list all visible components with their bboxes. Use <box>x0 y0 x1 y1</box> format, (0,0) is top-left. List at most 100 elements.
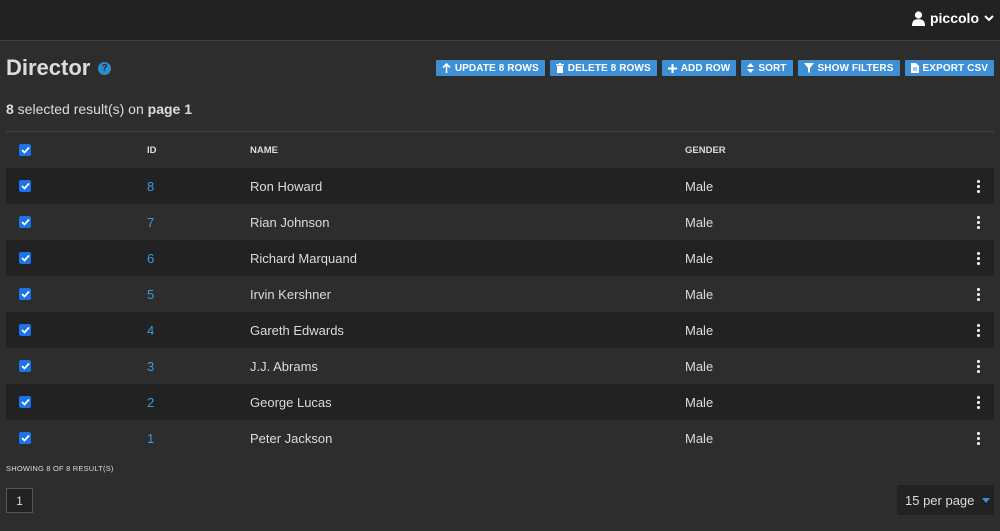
more-options-icon[interactable] <box>976 323 980 337</box>
row-actions-cell <box>972 240 984 276</box>
row-gender: Male <box>685 430 714 446</box>
user-menu[interactable]: piccolo <box>911 9 994 27</box>
table-body: 8 Ron Howard Male 7 Rian Johnson Male 6 Richard… <box>6 168 994 456</box>
table-row[interactable]: 4 Gareth Edwards Male <box>6 312 994 348</box>
row-id-link[interactable]: 5 <box>147 276 154 312</box>
update-rows-button[interactable]: UPDATE 8 ROWS <box>435 60 545 76</box>
row-checkbox[interactable] <box>19 288 31 300</box>
row-name: J.J. Abrams <box>250 358 318 374</box>
row-id-link[interactable]: 1 <box>147 420 154 456</box>
more-options-icon[interactable] <box>976 179 980 193</box>
showing-count: SHOWING 8 OF 8 RESULT(S) <box>6 464 114 473</box>
row-id-link[interactable]: 4 <box>147 312 154 348</box>
column-header-id[interactable]: ID <box>147 132 157 168</box>
export-csv-label: EXPORT CSV <box>922 62 988 74</box>
row-checkbox[interactable] <box>19 252 31 264</box>
arrow-up-icon <box>442 63 451 73</box>
sort-icon <box>747 63 755 73</box>
row-gender: Male <box>685 178 714 194</box>
row-actions-cell <box>972 312 984 348</box>
plus-icon <box>667 63 677 73</box>
check-icon <box>20 362 30 370</box>
row-name: George Lucas <box>250 394 332 410</box>
table-row[interactable]: 6 Richard Marquand Male <box>6 240 994 276</box>
row-checkbox[interactable] <box>19 432 31 444</box>
page-button[interactable]: 1 <box>6 488 33 513</box>
page-title: Director <box>6 55 91 80</box>
row-select-cell <box>19 348 31 384</box>
row-select-cell <box>19 168 31 204</box>
select-all-cell <box>19 132 31 168</box>
add-row-label: ADD ROW <box>680 62 731 74</box>
row-gender: Male <box>685 286 714 302</box>
row-id-link[interactable]: 7 <box>147 204 154 240</box>
more-options-icon[interactable] <box>976 251 980 265</box>
selection-page: page 1 <box>147 101 192 117</box>
table-header: ID NAME GENDER <box>6 132 994 168</box>
row-id-link[interactable]: 2 <box>147 384 154 420</box>
row-select-cell <box>19 204 31 240</box>
row-name: Ron Howard <box>250 178 323 194</box>
column-header-name[interactable]: NAME <box>250 132 278 168</box>
row-checkbox[interactable] <box>19 180 31 192</box>
row-checkbox[interactable] <box>19 324 31 336</box>
row-actions-cell <box>972 168 984 204</box>
row-id-link[interactable]: 8 <box>147 168 154 204</box>
selection-summary: 8 selected result(s) on page 1 <box>6 101 192 117</box>
show-filters-button[interactable]: SHOW FILTERS <box>797 60 900 76</box>
row-name: Peter Jackson <box>250 430 333 446</box>
row-id-link[interactable]: 6 <box>147 240 154 276</box>
row-gender: Male <box>685 322 714 338</box>
row-actions-cell <box>972 420 984 456</box>
row-checkbox[interactable] <box>19 396 31 408</box>
more-options-icon[interactable] <box>976 215 980 229</box>
row-actions-cell <box>972 204 984 240</box>
table-row[interactable]: 3 J.J. Abrams Male <box>6 348 994 384</box>
per-page-select[interactable]: 15 per page <box>897 485 994 515</box>
row-name: Irvin Kershner <box>250 286 331 302</box>
check-icon <box>20 146 30 154</box>
check-icon <box>20 254 30 262</box>
row-select-cell <box>19 384 31 420</box>
table-row[interactable]: 7 Rian Johnson Male <box>6 204 994 240</box>
more-options-icon[interactable] <box>976 359 980 373</box>
table-row[interactable]: 5 Irvin Kershner Male <box>6 276 994 312</box>
per-page-value: 15 per page <box>905 492 975 508</box>
row-checkbox[interactable] <box>19 216 31 228</box>
row-name: Gareth Edwards <box>250 322 344 338</box>
row-select-cell <box>19 420 31 456</box>
help-icon[interactable]: ? <box>98 62 111 75</box>
selected-count: 8 <box>6 101 14 117</box>
add-row-button[interactable]: ADD ROW <box>661 60 737 76</box>
check-icon <box>20 290 30 298</box>
table-row[interactable]: 1 Peter Jackson Male <box>6 420 994 456</box>
check-icon <box>20 434 30 442</box>
row-gender: Male <box>685 394 714 410</box>
row-name: Rian Johnson <box>250 214 330 230</box>
select-all-checkbox[interactable] <box>19 144 31 156</box>
more-options-icon[interactable] <box>976 431 980 445</box>
row-gender: Male <box>685 214 714 230</box>
table-row[interactable]: 8 Ron Howard Male <box>6 168 994 204</box>
row-select-cell <box>19 312 31 348</box>
row-gender: Male <box>685 358 714 374</box>
selection-text: selected result(s) on <box>13 101 148 117</box>
row-select-cell <box>19 240 31 276</box>
more-options-icon[interactable] <box>976 287 980 301</box>
row-gender: Male <box>685 250 714 266</box>
delete-rows-label: DELETE 8 ROWS <box>567 62 651 74</box>
column-header-gender[interactable]: GENDER <box>685 132 726 168</box>
table-row[interactable]: 2 George Lucas Male <box>6 384 994 420</box>
results-table: ID NAME GENDER 8 Ron Howard Male 7 Rian John… <box>6 131 994 456</box>
filter-icon <box>803 63 814 73</box>
toolbar: UPDATE 8 ROWS DELETE 8 ROWS ADD ROW SORT… <box>435 60 994 76</box>
top-bar: piccolo <box>0 0 1000 41</box>
row-actions-cell <box>972 276 984 312</box>
row-select-cell <box>19 276 31 312</box>
export-csv-button[interactable]: EXPORT CSV <box>904 60 994 76</box>
row-id-link[interactable]: 3 <box>147 348 154 384</box>
row-checkbox[interactable] <box>19 360 31 372</box>
sort-button[interactable]: SORT <box>741 60 793 76</box>
more-options-icon[interactable] <box>976 395 980 409</box>
delete-rows-button[interactable]: DELETE 8 ROWS <box>549 60 657 76</box>
